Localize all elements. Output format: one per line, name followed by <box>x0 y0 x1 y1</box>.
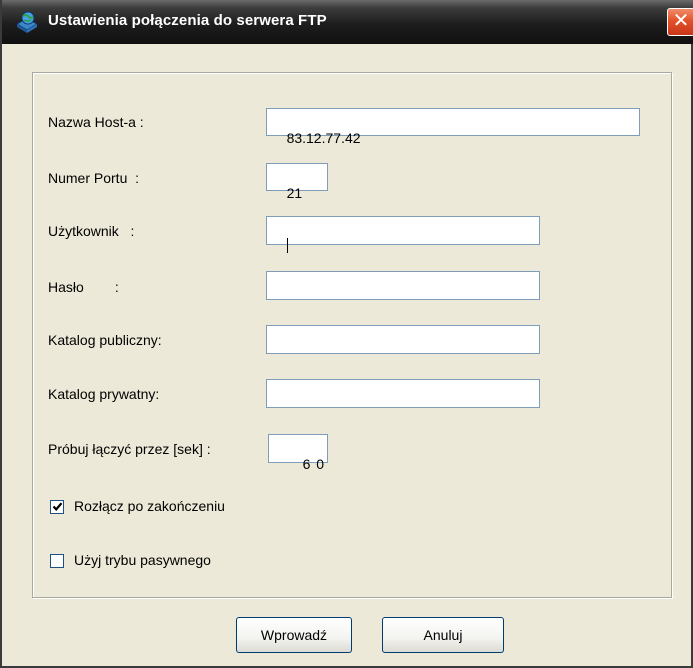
user-input[interactable] <box>266 216 540 253</box>
host-input-value: 83.12.77.42 <box>286 130 361 146</box>
close-button[interactable]: ✕ <box>667 8 693 36</box>
public-dir-label: Katalog publiczny: <box>48 332 162 348</box>
text-caret <box>286 238 288 253</box>
checkmark-icon <box>52 502 63 512</box>
window-title: Ustawienia połączenia do serwera FTP <box>48 12 327 29</box>
port-input-value: 21 <box>286 185 303 201</box>
disconnect-checkbox[interactable] <box>50 500 64 514</box>
password-label: Hasło : <box>48 279 119 295</box>
cancel-button[interactable]: Anuluj <box>382 617 504 653</box>
user-label: Użytkownik : <box>48 223 135 239</box>
host-label: Nazwa Host-a : <box>48 114 144 130</box>
passive-mode-checkbox[interactable] <box>50 554 64 568</box>
port-label: Numer Portu : <box>48 170 140 186</box>
host-input[interactable]: 83.12.77.42 <box>266 108 640 146</box>
passive-mode-label[interactable]: Użyj trybu pasywnego <box>74 552 211 568</box>
ftp-globe-icon <box>14 10 40 34</box>
timeout-label: Próbuj łączyć przez [sek] : <box>48 441 211 457</box>
port-input[interactable]: 21 <box>266 163 328 201</box>
password-input[interactable] <box>266 271 540 300</box>
public-dir-input[interactable] <box>266 325 540 354</box>
disconnect-label[interactable]: Rozłącz po zakończeniu <box>74 498 225 514</box>
private-dir-input[interactable] <box>266 379 540 408</box>
timeout-input-value: 6 0 <box>302 456 326 472</box>
private-dir-label: Katalog prywatny: <box>48 386 160 402</box>
timeout-input[interactable]: 6 0 <box>268 434 328 472</box>
ftp-settings-dialog: Ustawienia połączenia do serwera FTP ✕ N… <box>0 0 693 668</box>
ok-button[interactable]: Wprowadź <box>236 617 352 653</box>
title-bar[interactable]: Ustawienia połączenia do serwera FTP ✕ <box>2 0 693 44</box>
